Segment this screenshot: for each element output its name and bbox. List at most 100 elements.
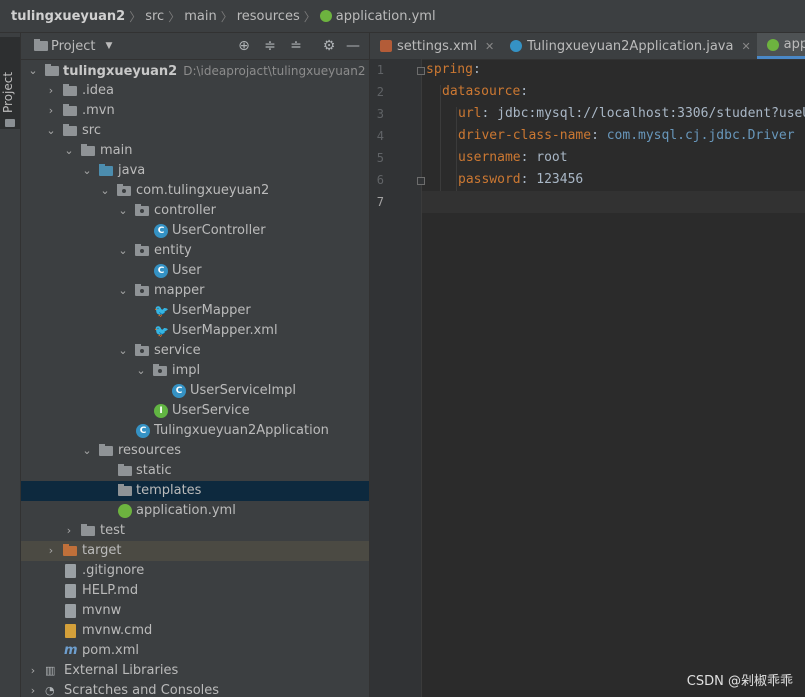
tree-item-label: target: [82, 543, 122, 558]
tree-item-label: static: [136, 463, 172, 478]
tree-item-service[interactable]: ⌄ service: [21, 341, 369, 361]
tree-item-impl[interactable]: ⌄ impl: [21, 361, 369, 381]
code-line: spring:: [426, 59, 481, 81]
tree-item-usermapper-xml[interactable]: 🐦 UserMapper.xml: [21, 321, 369, 341]
yaml-key: username: [458, 150, 521, 165]
project-tool-tab[interactable]: Project: [0, 37, 20, 129]
tree-item-label: External Libraries: [64, 663, 179, 678]
yaml-key: password: [458, 172, 521, 187]
expand-all-icon[interactable]: ≑: [261, 37, 279, 55]
chevron-down-icon[interactable]: ⌄: [117, 241, 129, 261]
tree-item-main[interactable]: ⌄ main: [21, 141, 369, 161]
code-line: driver-class-name: com.mysql.cj.jdbc.Dri…: [458, 125, 795, 147]
tree-item-idea[interactable]: › .idea: [21, 81, 369, 101]
folder-icon: [63, 84, 77, 96]
folder-icon: [81, 524, 95, 536]
chevron-right-icon[interactable]: ›: [45, 541, 57, 561]
yaml-key: url: [458, 106, 482, 121]
chevron-down-icon[interactable]: ⌄: [117, 341, 129, 361]
chevron-down-icon[interactable]: ⌄: [45, 121, 57, 141]
tree-item-resources[interactable]: ⌄ resources: [21, 441, 369, 461]
chevron-down-icon[interactable]: ⌄: [99, 181, 111, 201]
locate-icon[interactable]: ⊕: [235, 37, 253, 55]
class-icon: C: [154, 224, 168, 238]
tree-item-controller[interactable]: ⌄ controller: [21, 201, 369, 221]
tree-item-label: UserServiceImpl: [190, 383, 297, 398]
package-icon: [135, 344, 149, 356]
breadcrumb-item-resources[interactable]: resources: [237, 9, 300, 24]
collapse-all-icon[interactable]: ≐: [287, 37, 305, 55]
tab-application-yml[interactable]: application.yml: [756, 33, 805, 59]
tree-item-java[interactable]: ⌄ java: [21, 161, 369, 181]
tree-item-application-yml[interactable]: application.yml: [21, 501, 369, 521]
chevron-down-icon[interactable]: ⌄: [81, 161, 93, 181]
tree-item-src[interactable]: ⌄ src: [21, 121, 369, 141]
tree-item-mvn[interactable]: › .mvn: [21, 101, 369, 121]
tree-item-scratches[interactable]: › ◔ Scratches and Consoles: [21, 681, 369, 697]
gear-icon[interactable]: ⚙: [320, 37, 338, 55]
folder-icon: [5, 119, 15, 127]
tree-item-root[interactable]: ⌄ tulingxueyuan2 D:\ideaprojact\tulingxue…: [21, 61, 369, 81]
chevron-down-icon[interactable]: ⌄: [63, 141, 75, 161]
tree-item-label: entity: [154, 243, 192, 258]
tree-item-static[interactable]: static: [21, 461, 369, 481]
package-icon: [135, 204, 149, 216]
chevron-right-icon[interactable]: ›: [45, 101, 57, 121]
tree-item-entity[interactable]: ⌄ entity: [21, 241, 369, 261]
tree-item-usercontroller[interactable]: C UserController: [21, 221, 369, 241]
close-icon[interactable]: ✕: [485, 40, 494, 53]
minimize-icon[interactable]: —: [344, 37, 362, 55]
chevron-right-icon[interactable]: ›: [63, 521, 75, 541]
tree-item-gitignore[interactable]: .gitignore: [21, 561, 369, 581]
tree-item-label: UserService: [172, 403, 250, 418]
chevron-down-icon[interactable]: ▼: [105, 41, 112, 51]
yaml-key: datasource: [442, 84, 521, 99]
chevron-down-icon[interactable]: ⌄: [117, 281, 129, 301]
chevron-right-icon[interactable]: ›: [45, 81, 57, 101]
current-line: [422, 191, 805, 213]
close-icon[interactable]: ✕: [741, 40, 750, 53]
project-panel-title[interactable]: Project: [51, 39, 95, 54]
breadcrumb-item-project[interactable]: tulingxueyuan2: [11, 9, 125, 24]
tree-item-test[interactable]: › test: [21, 521, 369, 541]
tree-item-package[interactable]: ⌄ com.tulingxueyuan2: [21, 181, 369, 201]
tree-item-usermapper[interactable]: 🐦 UserMapper: [21, 301, 369, 321]
tree-item-external-libraries[interactable]: › ▥ External Libraries: [21, 661, 369, 681]
breadcrumb: tulingxueyuan2 〉 src 〉 main 〉 resources …: [0, 0, 805, 33]
chevron-right-icon[interactable]: ›: [27, 681, 39, 697]
chevron-down-icon[interactable]: ⌄: [81, 441, 93, 461]
scratches-icon: ◔: [45, 684, 55, 697]
yaml-value: root: [536, 150, 568, 165]
chevron-down-icon[interactable]: ⌄: [27, 61, 39, 81]
tree-item-userserviceimpl[interactable]: C UserServiceImpl: [21, 381, 369, 401]
tree-item-label: com.tulingxueyuan2: [136, 183, 270, 198]
tree-item-target[interactable]: › target: [21, 541, 369, 561]
chevron-down-icon[interactable]: ⌄: [135, 361, 147, 381]
tab-settings-xml[interactable]: settings.xml ✕: [370, 33, 500, 59]
folder-icon: [63, 124, 77, 136]
tree-item-label: pom.xml: [82, 643, 139, 658]
tree-item-label: HELP.md: [82, 583, 139, 598]
tree-item-pom-xml[interactable]: m pom.xml: [21, 641, 369, 661]
tab-application-java[interactable]: Tulingxueyuan2Application.java ✕: [500, 33, 757, 59]
tree-item-mvnw-cmd[interactable]: mvnw.cmd: [21, 621, 369, 641]
yaml-sep: :: [520, 172, 537, 187]
mybatis-icon: 🐦: [154, 304, 169, 318]
code-area[interactable]: spring: datasource: url: jdbc:mysql://lo…: [422, 59, 805, 697]
tree-item-mapper[interactable]: ⌄ mapper: [21, 281, 369, 301]
breadcrumb-item-main[interactable]: main: [184, 9, 216, 24]
tree-item-help-md[interactable]: HELP.md: [21, 581, 369, 601]
tree-item-templates[interactable]: templates: [21, 481, 369, 501]
tree-item-user[interactable]: C User: [21, 261, 369, 281]
tree-item-application-class[interactable]: C Tulingxueyuan2Application: [21, 421, 369, 441]
folder-icon: [81, 144, 95, 156]
tree-item-userservice[interactable]: I UserService: [21, 401, 369, 421]
breadcrumb-item-src[interactable]: src: [145, 9, 164, 24]
chevron-down-icon[interactable]: ⌄: [117, 201, 129, 221]
chevron-right-icon[interactable]: ›: [27, 661, 39, 681]
code-line: password: 123456: [458, 169, 583, 191]
breadcrumb-item-file[interactable]: application.yml: [336, 9, 436, 24]
library-icon: ▥: [45, 664, 56, 677]
project-path: D:\ideaprojact\tulingxueyuan2: [183, 64, 366, 78]
tree-item-mvnw[interactable]: mvnw: [21, 601, 369, 621]
